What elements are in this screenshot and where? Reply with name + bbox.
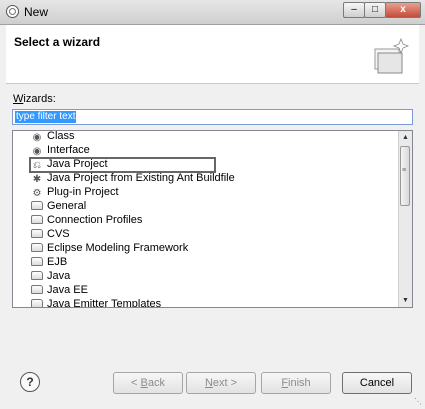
folder-icon: [31, 257, 43, 266]
window-title: New: [24, 5, 49, 19]
folder-icon: [31, 299, 43, 307]
help-button[interactable]: ?: [20, 372, 40, 392]
wizard-header: Select a wizard: [6, 25, 419, 84]
folder-icon: [31, 285, 43, 294]
tree-item-interface[interactable]: ◉ Interface: [31, 143, 90, 158]
maximize-button[interactable]: □: [364, 2, 386, 18]
interface-icon: ◉: [32, 146, 42, 157]
highlight-box: [29, 157, 216, 173]
back-button[interactable]: < Back: [113, 372, 183, 394]
close-button[interactable]: x: [385, 2, 421, 18]
class-icon: ◉: [32, 132, 42, 143]
tree-item-connection-profiles[interactable]: Connection Profiles: [31, 213, 142, 228]
tree-item-general[interactable]: General: [31, 199, 86, 214]
scrollbar-thumb[interactable]: [400, 146, 410, 206]
tree-item-java[interactable]: Java: [31, 269, 70, 284]
filter-input[interactable]: type filter text: [12, 109, 413, 125]
folder-icon: [31, 271, 43, 280]
scroll-up-arrow-icon[interactable]: ▲: [399, 131, 412, 144]
folder-icon: [31, 243, 43, 252]
tree-item-plugin-project[interactable]: ⚙ Plug-in Project: [31, 185, 119, 200]
tree-item-java-emitter-templates[interactable]: Java Emitter Templates: [31, 297, 161, 307]
tree-scrollbar[interactable]: ▲ ≡ ▼: [398, 131, 412, 307]
page-title: Select a wizard: [14, 35, 101, 49]
new-wizard-banner-icon: [374, 37, 409, 74]
folder-icon: [31, 229, 43, 238]
ant-project-icon: ✱: [32, 174, 42, 185]
title-bar: New – □ x: [0, 0, 425, 25]
scrollbar-grip-icon: ≡: [402, 167, 407, 174]
minimize-button[interactable]: –: [343, 2, 365, 18]
cancel-button[interactable]: Cancel: [342, 372, 412, 394]
folder-icon: [31, 215, 43, 224]
eclipse-icon: [6, 5, 19, 18]
tree-item-java-project-ant[interactable]: ✱ Java Project from Existing Ant Buildfil…: [31, 171, 235, 186]
next-button[interactable]: Next >: [186, 372, 256, 394]
filter-placeholder: type filter text: [15, 111, 77, 123]
wizard-body: Wizards: type filter text ◉ Class ◉ Interf…: [6, 84, 419, 404]
wizard-tree[interactable]: ◉ Class ◉ Interface ⎌ Java Project ✱ Java Pr…: [12, 130, 413, 308]
folder-icon: [31, 201, 43, 210]
scroll-down-arrow-icon[interactable]: ▼: [399, 294, 412, 307]
tree-item-emf[interactable]: Eclipse Modeling Framework: [31, 241, 188, 256]
tree-item-cvs[interactable]: CVS: [31, 227, 70, 242]
tree-item-java-ee[interactable]: Java EE: [31, 283, 88, 298]
finish-button[interactable]: Finish: [261, 372, 331, 394]
plugin-project-icon: ⚙: [32, 188, 42, 199]
tree-item-class[interactable]: ◉ Class: [31, 131, 75, 144]
wizards-label: Wizards:: [13, 93, 56, 105]
resize-grip-icon[interactable]: ⋱: [414, 397, 422, 406]
tree-item-ejb[interactable]: EJB: [31, 255, 67, 270]
